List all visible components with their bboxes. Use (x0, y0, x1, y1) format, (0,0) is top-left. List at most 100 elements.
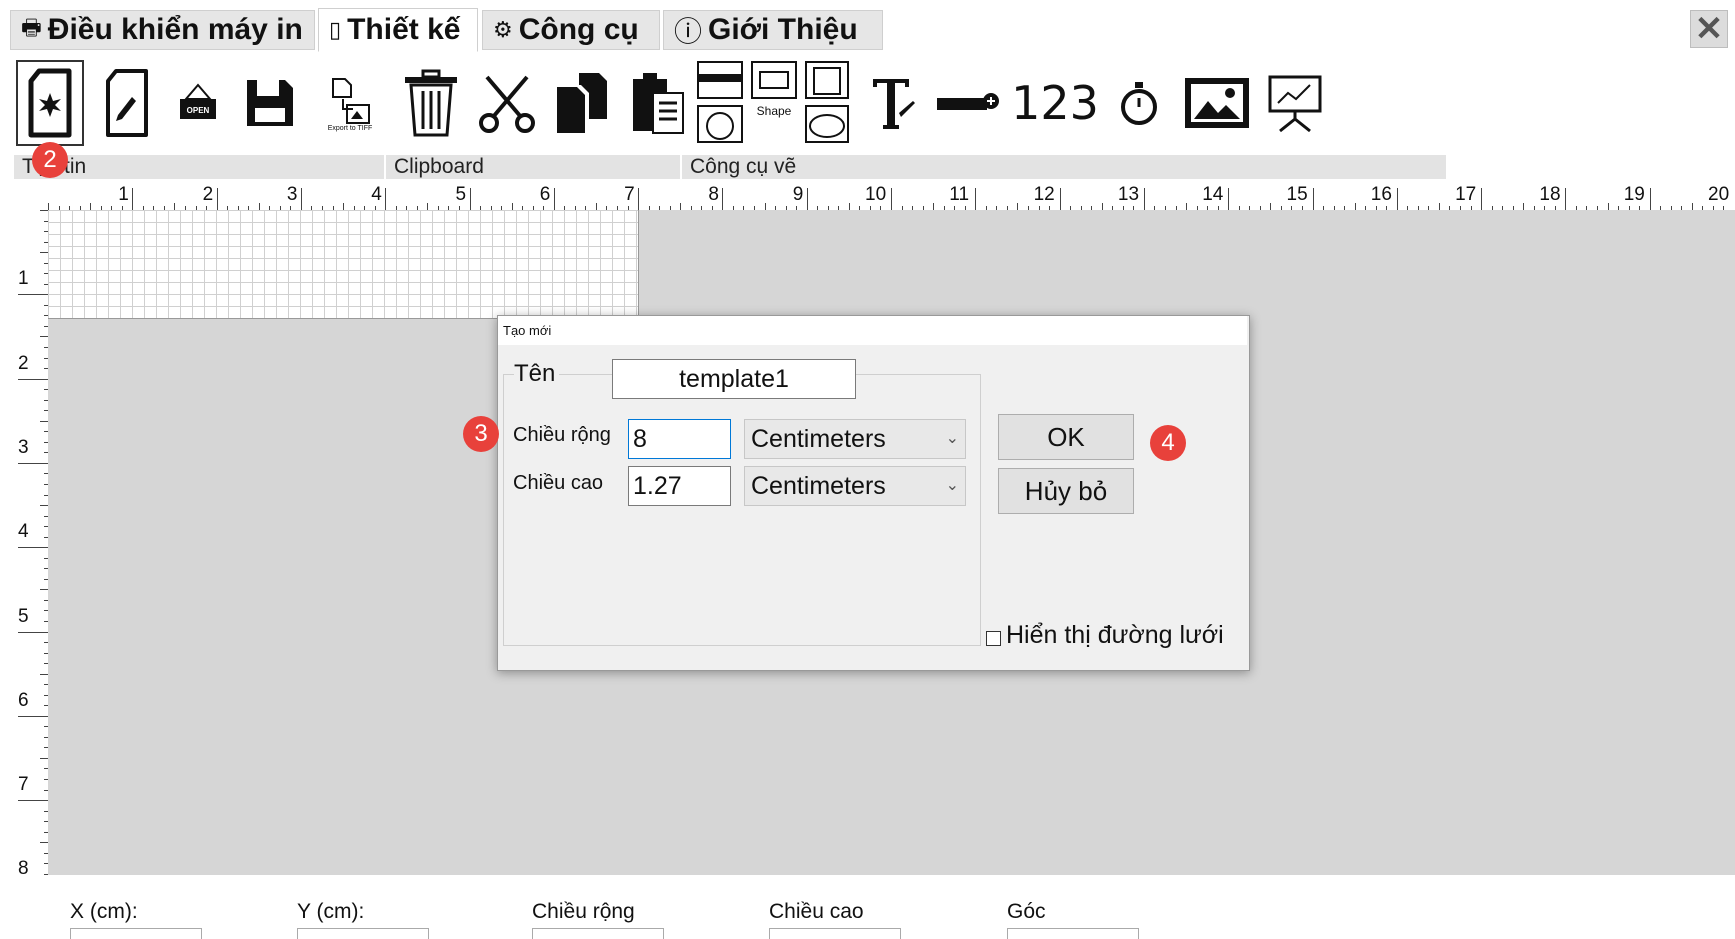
width-unit-select[interactable]: Centimeters ⌄ (744, 419, 966, 459)
width-input[interactable]: 8 (628, 419, 731, 459)
ruler-tick (40, 589, 48, 591)
line-shape-button[interactable] (696, 60, 744, 100)
ruler-tick (1186, 203, 1188, 210)
text-tool-icon (873, 79, 915, 129)
scissors-icon (479, 75, 535, 133)
width-field-label: Chiều rộng (513, 424, 611, 446)
ruler-number: 3 (18, 436, 29, 458)
clock-button[interactable] (1112, 60, 1166, 146)
ruler-tick (1143, 188, 1145, 210)
group-label-clipboard: Clipboard (386, 155, 680, 179)
grid-checkbox[interactable] (986, 631, 1001, 646)
step-badge-2: 2 (32, 142, 68, 178)
circle-shape-button[interactable] (696, 104, 744, 144)
close-icon[interactable]: ✕ (1690, 10, 1728, 48)
ruler-tick (933, 203, 935, 210)
ruler-number: 11 (949, 184, 970, 205)
edit-file-button[interactable] (96, 60, 158, 146)
ruler-tick (1565, 188, 1567, 210)
ok-button[interactable]: OK (998, 414, 1134, 460)
ruler-tick (258, 203, 260, 210)
ruler-number: 7 (18, 774, 29, 796)
new-template-dialog: Tạo mới Tên template1 Chiều rộng 8 Centi… (497, 315, 1250, 671)
ruler-tick (40, 842, 48, 844)
ruler-tick (18, 631, 48, 633)
y-input[interactable] (297, 928, 429, 939)
ruler-tick (511, 203, 513, 210)
save-button[interactable] (240, 60, 300, 146)
tab-tools[interactable]: ⚙ Công cụ (482, 10, 660, 50)
ruler-number: 7 (624, 184, 635, 205)
height-unit-select[interactable]: Centimeters ⌄ (744, 466, 966, 506)
open-button[interactable]: OPEN (170, 60, 226, 146)
ruler-tick (132, 188, 134, 210)
tab-label: Công cụ (518, 13, 639, 46)
height-field-label: Chiều cao (513, 472, 604, 494)
cancel-button[interactable]: Hủy bỏ (998, 468, 1134, 514)
open-sign-icon: OPEN (180, 83, 216, 119)
tab-design[interactable]: ▯ Thiết kế (318, 8, 478, 52)
step-badge-4: 4 (1150, 425, 1186, 461)
ruler-number: 3 (286, 184, 298, 205)
square-shape-button[interactable] (804, 60, 850, 100)
copy-icon (557, 73, 607, 133)
height-input[interactable]: 1.27 (628, 466, 731, 506)
label-grid[interactable] (48, 210, 639, 319)
ruler-tick (427, 203, 429, 210)
chevron-down-icon: ⌄ (945, 430, 959, 447)
text-tool-button[interactable] (866, 60, 920, 146)
ruler-tick (40, 420, 48, 422)
width-input[interactable] (532, 928, 664, 939)
angle-input[interactable] (1007, 928, 1139, 939)
square-icon (805, 61, 849, 99)
ruler-number: 8 (708, 184, 719, 205)
ellipse-shape-button[interactable] (804, 104, 850, 144)
x-input[interactable] (70, 928, 202, 939)
cut-button[interactable] (474, 60, 540, 146)
ruler-number: 9 (792, 184, 804, 205)
image-icon (1185, 78, 1249, 128)
ruler-tick (90, 203, 92, 210)
counter-icon: 123 (1011, 76, 1099, 130)
barcode-line-button[interactable] (932, 60, 1002, 146)
ruler-tick (722, 188, 724, 210)
x-label: X (cm): (70, 900, 138, 923)
ruler-tick (1438, 203, 1440, 210)
floppy-icon (247, 80, 293, 126)
ruler-number: 17 (1455, 184, 1477, 205)
ruler-tick (40, 505, 48, 507)
image-button[interactable] (1180, 60, 1254, 146)
chart-button[interactable] (1264, 60, 1326, 146)
clipboard-icon (633, 73, 684, 134)
height-input[interactable] (769, 928, 901, 939)
ruler-number: 2 (18, 352, 29, 374)
ruler-number: 2 (202, 184, 214, 205)
copy-button[interactable] (550, 60, 614, 146)
ruler-tick (1523, 203, 1525, 210)
tab-printer-control[interactable]: 🖶 Điều khiển máy in (10, 10, 315, 50)
counter-button[interactable]: 123 (1010, 60, 1100, 146)
y-label: Y (cm): (297, 900, 365, 923)
new-file-button[interactable] (16, 60, 84, 146)
ruler-tick (1059, 188, 1061, 210)
ruler-tick (553, 188, 555, 210)
tab-label: Điều khiển máy in (47, 13, 303, 46)
group-label-file: Tệp tin (14, 155, 384, 179)
ruler-number: 19 (1623, 184, 1645, 205)
ruler-tick (216, 188, 218, 210)
tab-label: Giới Thiệu (708, 13, 858, 46)
ruler-tick (18, 378, 48, 380)
printer-icon: 🖶 (21, 15, 42, 40)
delete-button[interactable] (398, 60, 464, 146)
tab-label: Thiết kế (347, 13, 461, 46)
ruler-number: 20 (1708, 184, 1730, 205)
ruler-number: 5 (455, 184, 467, 205)
rectangle-shape-button[interactable] (750, 60, 798, 100)
ruler-tick (1228, 188, 1230, 210)
ruler-tick (343, 203, 345, 210)
ruler-tick (975, 188, 977, 210)
tab-about[interactable]: ⓘ Giới Thiệu (663, 10, 883, 50)
export-tiff-button[interactable]: Export to TIFF (318, 60, 382, 146)
paste-button[interactable] (626, 60, 690, 146)
name-input[interactable]: template1 (612, 359, 856, 399)
